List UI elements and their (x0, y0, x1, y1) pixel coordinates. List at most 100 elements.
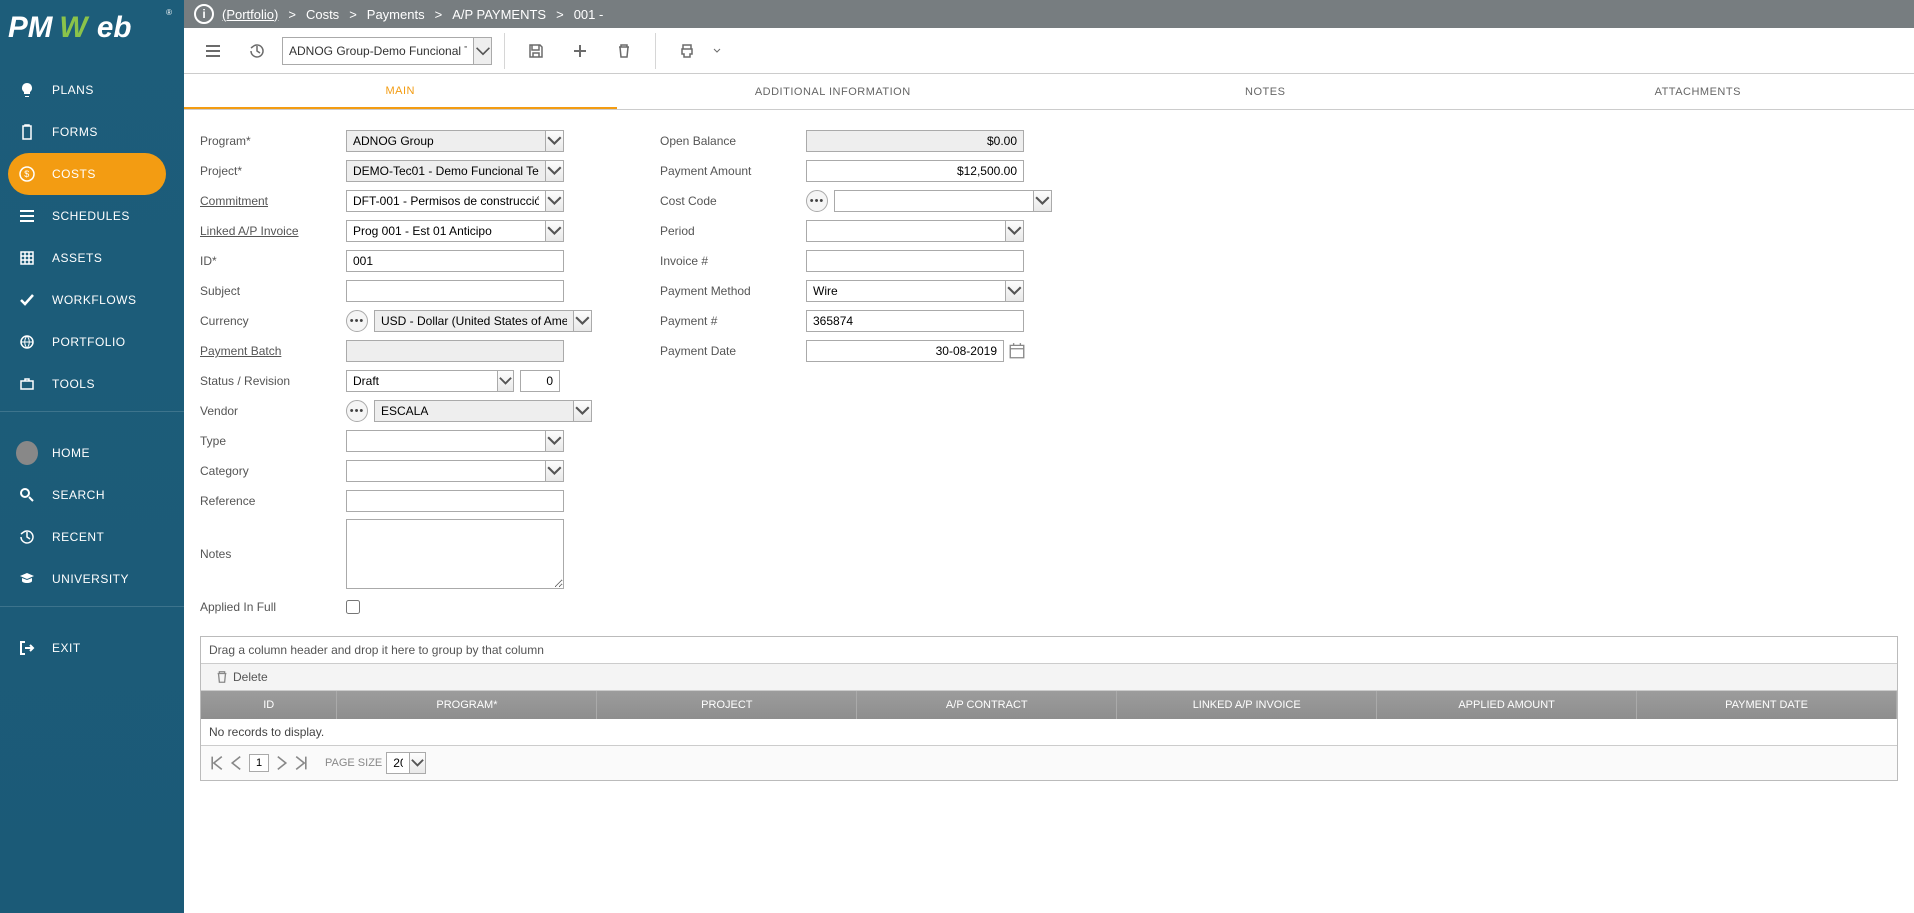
history-button[interactable] (238, 33, 276, 69)
status-revision-field[interactable] (520, 370, 560, 392)
delete-button[interactable] (605, 33, 643, 69)
invoice-field[interactable] (806, 250, 1024, 272)
chevron-down-icon[interactable] (1005, 221, 1023, 241)
project-selector-input[interactable] (283, 38, 473, 64)
bc-costs: Costs (306, 7, 339, 22)
chevron-down-icon[interactable] (497, 371, 513, 391)
sidebar-item-assets[interactable]: ASSETS (0, 237, 184, 279)
pager-last[interactable] (293, 755, 309, 771)
print-dropdown[interactable] (712, 43, 722, 59)
sidebar-item-label: ASSETS (52, 251, 102, 265)
pager-first[interactable] (209, 755, 225, 771)
category-label: Category (200, 464, 340, 478)
svg-text:$: $ (24, 169, 30, 179)
chevron-down-icon[interactable] (545, 461, 563, 481)
pager-next[interactable] (273, 755, 289, 771)
chevron-down-icon[interactable] (573, 311, 591, 331)
chevron-down-icon[interactable] (409, 753, 425, 773)
tab-main[interactable]: MAIN (184, 74, 617, 109)
sidebar-item-tools[interactable]: TOOLS (0, 363, 184, 405)
bc-portfolio[interactable]: (Portfolio) (222, 7, 278, 22)
chevron-down-icon[interactable] (545, 161, 563, 181)
sidebar-item-workflows[interactable]: WORKFLOWS (0, 279, 184, 321)
linked-field[interactable] (347, 221, 545, 241)
applied-checkbox[interactable] (346, 600, 360, 614)
pager-page-input[interactable] (249, 754, 269, 772)
chevron-down-icon[interactable] (545, 191, 563, 211)
col-applied-amount[interactable]: APPLIED AMOUNT (1377, 691, 1637, 719)
tab-additional-information[interactable]: ADDITIONAL INFORMATION (617, 74, 1050, 109)
sidebar-item-costs[interactable]: $COSTS (0, 153, 184, 195)
col-project[interactable]: PROJECT (597, 691, 857, 719)
sidebar-item-university[interactable]: UNIVERSITY (0, 558, 184, 600)
vendor-lookup-button[interactable]: ••• (346, 400, 368, 422)
chevron-down-icon[interactable] (1005, 281, 1023, 301)
chevron-down-icon[interactable] (573, 401, 591, 421)
svg-text:W: W (59, 10, 90, 43)
col-program-[interactable]: PROGRAM* (337, 691, 597, 719)
method-field[interactable] (807, 281, 1005, 301)
program-field[interactable] (347, 131, 545, 151)
sidebar-item-home[interactable]: HOME (0, 432, 184, 474)
notes-field[interactable] (346, 519, 564, 589)
currency-label: Currency (200, 314, 340, 328)
bc-ap: A/P PAYMENTS (452, 7, 546, 22)
costcode-lookup-button[interactable]: ••• (806, 190, 828, 212)
chevron-down-icon[interactable] (1033, 191, 1051, 211)
sidebar-item-label: TOOLS (52, 377, 95, 391)
sidebar-item-exit[interactable]: EXIT (0, 627, 184, 669)
col-linked-a-p-invoice[interactable]: LINKED A/P INVOICE (1117, 691, 1377, 719)
chevron-down-icon[interactable] (545, 131, 563, 151)
sidebar-item-portfolio[interactable]: PORTFOLIO (0, 321, 184, 363)
period-field[interactable] (807, 221, 1005, 241)
batch-field[interactable] (346, 340, 564, 362)
col-a-p-contract[interactable]: A/P CONTRACT (857, 691, 1117, 719)
costcode-label: Cost Code (660, 194, 800, 208)
sidebar-item-plans[interactable]: PLANS (0, 69, 184, 111)
grid-delete-button[interactable]: Delete (209, 668, 274, 686)
id-field[interactable] (346, 250, 564, 272)
commitment-label[interactable]: Commitment (200, 194, 340, 208)
paydate-field[interactable] (806, 340, 1004, 362)
tab-notes[interactable]: NOTES (1049, 74, 1482, 109)
sidebar-item-recent[interactable]: RECENT (0, 516, 184, 558)
add-button[interactable] (561, 33, 599, 69)
commitment-field[interactable] (347, 191, 545, 211)
tab-attachments[interactable]: ATTACHMENTS (1482, 74, 1914, 109)
open-label: Open Balance (660, 134, 800, 148)
project-selector[interactable] (282, 37, 492, 65)
page-size-input[interactable] (387, 753, 409, 773)
calendar-icon[interactable] (1008, 342, 1026, 360)
subject-field[interactable] (346, 280, 564, 302)
list-view-button[interactable] (194, 33, 232, 69)
grid-group-hint[interactable]: Drag a column header and drop it here to… (201, 637, 1897, 664)
chevron-down-icon[interactable] (545, 221, 563, 241)
chevron-down-icon[interactable] (473, 38, 491, 64)
amount-field[interactable] (806, 160, 1024, 182)
reference-field[interactable] (346, 490, 564, 512)
save-button[interactable] (517, 33, 555, 69)
payno-field[interactable] (806, 310, 1024, 332)
currency-field[interactable] (375, 311, 573, 331)
type-field[interactable] (347, 431, 545, 451)
linked-label[interactable]: Linked A/P Invoice (200, 224, 340, 238)
batch-label[interactable]: Payment Batch (200, 344, 340, 358)
bc-id: 001 - (574, 7, 604, 22)
id-label: ID* (200, 254, 340, 268)
project-field[interactable] (347, 161, 545, 181)
sidebar-item-search[interactable]: SEARCH (0, 474, 184, 516)
pager-prev[interactable] (229, 755, 245, 771)
currency-lookup-button[interactable]: ••• (346, 310, 368, 332)
info-icon[interactable]: i (194, 4, 214, 24)
status-field[interactable] (347, 371, 497, 391)
history-icon (16, 526, 38, 548)
sidebar-item-forms[interactable]: FORMS (0, 111, 184, 153)
costcode-field[interactable] (835, 191, 1033, 211)
print-button[interactable] (668, 33, 706, 69)
col-payment-date[interactable]: PAYMENT DATE (1637, 691, 1897, 719)
chevron-down-icon[interactable] (545, 431, 563, 451)
vendor-field[interactable] (375, 401, 573, 421)
category-field[interactable] (347, 461, 545, 481)
sidebar-item-schedules[interactable]: SCHEDULES (0, 195, 184, 237)
col-id[interactable]: ID (201, 691, 337, 719)
